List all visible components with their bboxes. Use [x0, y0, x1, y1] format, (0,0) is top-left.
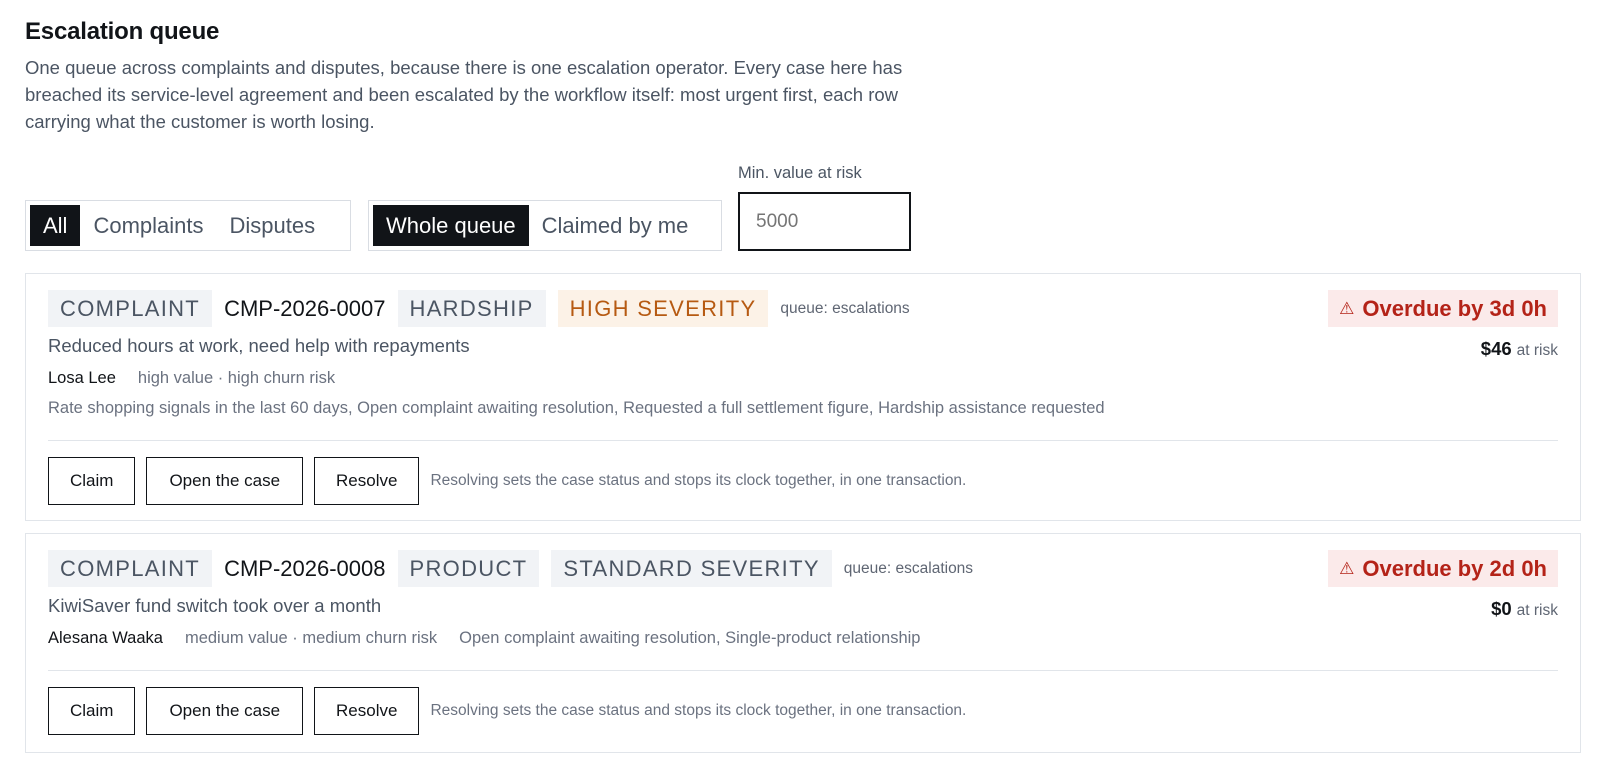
customer-name: Losa Lee	[48, 369, 116, 387]
severity-badge: HIGH SEVERITY	[557, 290, 769, 327]
case-actions: Claim Open the case Resolve Resolving se…	[48, 687, 966, 735]
warning-icon: ⚠	[1339, 558, 1355, 578]
resolve-button[interactable]: Resolve	[314, 457, 420, 505]
claim-button[interactable]: Claim	[48, 687, 136, 735]
severity-badge: STANDARD SEVERITY	[551, 550, 832, 587]
overdue-badge: ⚠ Overdue by 3d 0h	[1328, 290, 1558, 327]
case-divider	[48, 440, 1558, 441]
overdue-badge: ⚠ Overdue by 2d 0h	[1328, 550, 1558, 587]
case-card-cmp-2026-0008: COMPLAINT CMP-2026-0008 PRODUCT STANDARD…	[25, 533, 1581, 753]
customer-name: Alesana Waaka	[48, 629, 163, 647]
customer-summary: Alesana Waaka medium value · medium chur…	[48, 629, 920, 648]
open-case-button[interactable]: Open the case	[146, 457, 304, 505]
queue-scope-filter: Whole queue Claimed by me	[368, 200, 722, 251]
case-header: COMPLAINT CMP-2026-0008 PRODUCT STANDARD…	[48, 550, 973, 587]
customer-profile: high value · high churn risk	[137, 369, 336, 387]
page-title: Escalation queue	[25, 18, 220, 45]
claim-button[interactable]: Claim	[48, 457, 136, 505]
value-at-risk: $0 at risk	[1491, 598, 1558, 620]
case-type-tag: COMPLAINT	[48, 290, 213, 327]
value-at-risk-label: at risk	[1516, 342, 1558, 359]
case-category-tag: HARDSHIP	[397, 290, 546, 327]
value-at-risk: $46 at risk	[1481, 338, 1558, 360]
case-card-cmp-2026-0007: COMPLAINT CMP-2026-0007 HARDSHIP HIGH SE…	[25, 273, 1581, 521]
customer-summary: Losa Lee high value · high churn risk	[48, 369, 335, 388]
case-divider	[48, 670, 1558, 671]
customer-signals: Rate shopping signals in the last 60 day…	[48, 399, 1105, 417]
case-header: COMPLAINT CMP-2026-0007 HARDSHIP HIGH SE…	[48, 290, 910, 327]
min-value-at-risk-input[interactable]	[738, 192, 911, 251]
case-subject: Reduced hours at work, need help with re…	[48, 335, 470, 356]
resolve-note: Resolving sets the case status and stops…	[430, 472, 967, 489]
queue-label: queue: escalations	[780, 299, 910, 317]
case-subject: KiwiSaver fund switch took over a month	[48, 595, 382, 616]
case-id: CMP-2026-0007	[224, 295, 386, 321]
value-at-risk-label: at risk	[1516, 602, 1558, 619]
overdue-text: Overdue by 3d 0h	[1362, 295, 1547, 321]
queue-label: queue: escalations	[843, 559, 974, 577]
scope-claimed-by-me-button[interactable]: Claimed by me	[529, 205, 702, 246]
overdue-text: Overdue by 2d 0h	[1362, 555, 1547, 581]
escalation-queue-page: Escalation queue One queue across compla…	[0, 0, 1600, 759]
case-type-tag: COMPLAINT	[48, 550, 213, 587]
customer-profile: medium value · medium churn risk	[184, 629, 438, 647]
filter-disputes-button[interactable]: Disputes	[217, 205, 329, 246]
case-type-filter: All Complaints Disputes	[25, 200, 351, 251]
scope-whole-queue-button[interactable]: Whole queue	[373, 205, 529, 246]
filter-all-button[interactable]: All	[30, 205, 81, 246]
case-actions: Claim Open the case Resolve Resolving se…	[48, 457, 966, 505]
min-value-at-risk-label: Min. value at risk	[738, 164, 862, 182]
case-id: CMP-2026-0008	[224, 555, 386, 581]
customer-signals: Open complaint awaiting resolution, Sing…	[459, 629, 921, 647]
warning-icon: ⚠	[1339, 298, 1355, 318]
escalation-case-list: COMPLAINT CMP-2026-0007 HARDSHIP HIGH SE…	[25, 273, 1581, 759]
resolve-note: Resolving sets the case status and stops…	[430, 702, 967, 719]
page-description: One queue across complaints and disputes…	[25, 57, 903, 132]
case-category-tag: PRODUCT	[397, 550, 540, 587]
open-case-button[interactable]: Open the case	[146, 687, 304, 735]
value-at-risk-amount: $0	[1491, 598, 1512, 619]
filter-complaints-button[interactable]: Complaints	[80, 205, 216, 246]
value-at-risk-amount: $46	[1480, 338, 1512, 359]
resolve-button[interactable]: Resolve	[314, 687, 420, 735]
